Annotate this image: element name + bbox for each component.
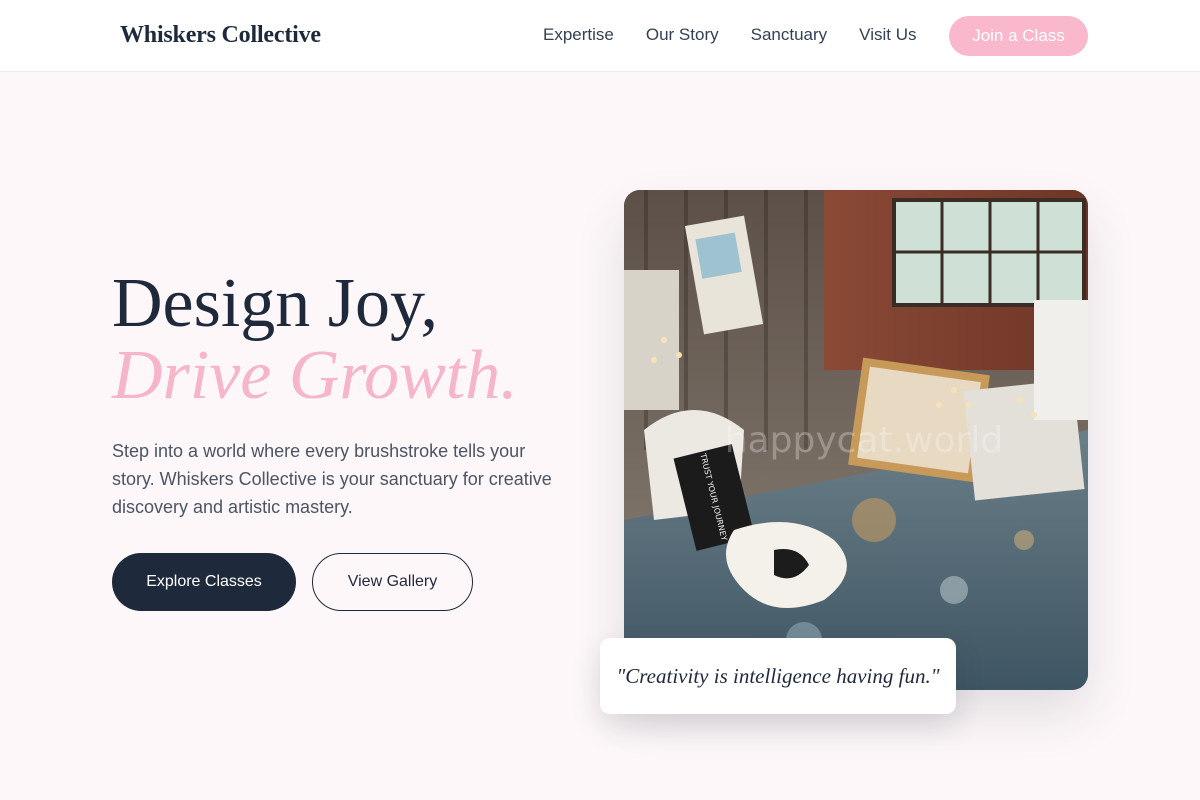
studio-photo: TRUST YOUR JOURNEY happycat.world xyxy=(624,190,1088,690)
hero-title: Design Joy, Drive Growth. xyxy=(112,268,518,412)
nav-link-visit-us[interactable]: Visit Us xyxy=(859,25,916,45)
nav-link-sanctuary[interactable]: Sanctuary xyxy=(751,25,828,45)
nav-link-expertise[interactable]: Expertise xyxy=(543,25,614,45)
canvas-paint-shape xyxy=(695,232,742,279)
brand-logo[interactable]: Whiskers Collective xyxy=(120,22,321,49)
nav-link-our-story[interactable]: Our Story xyxy=(646,25,719,45)
nav-links: Expertise Our Story Sanctuary Visit Us xyxy=(543,25,948,45)
photo-watermark: happycat.world xyxy=(725,420,1003,461)
hero-title-line1: Design Joy, xyxy=(112,265,439,342)
top-navbar: Whiskers Collective Expertise Our Story … xyxy=(0,0,1200,72)
quote-text: "Creativity is intelligence having fun." xyxy=(616,663,940,688)
studio-illustration: TRUST YOUR JOURNEY happycat.world xyxy=(624,190,1088,690)
join-class-button[interactable]: Join a Class xyxy=(949,16,1088,56)
quote-card: "Creativity is intelligence having fun." xyxy=(600,638,956,714)
canvas-shape xyxy=(624,270,679,410)
hero-description: Step into a world where every brushstrok… xyxy=(112,441,552,517)
canvas-shape xyxy=(1034,300,1088,420)
hero-title-line2: Drive Growth. xyxy=(112,337,518,414)
explore-classes-button[interactable]: Explore Classes xyxy=(112,553,296,611)
view-gallery-button[interactable]: View Gallery xyxy=(312,553,473,611)
